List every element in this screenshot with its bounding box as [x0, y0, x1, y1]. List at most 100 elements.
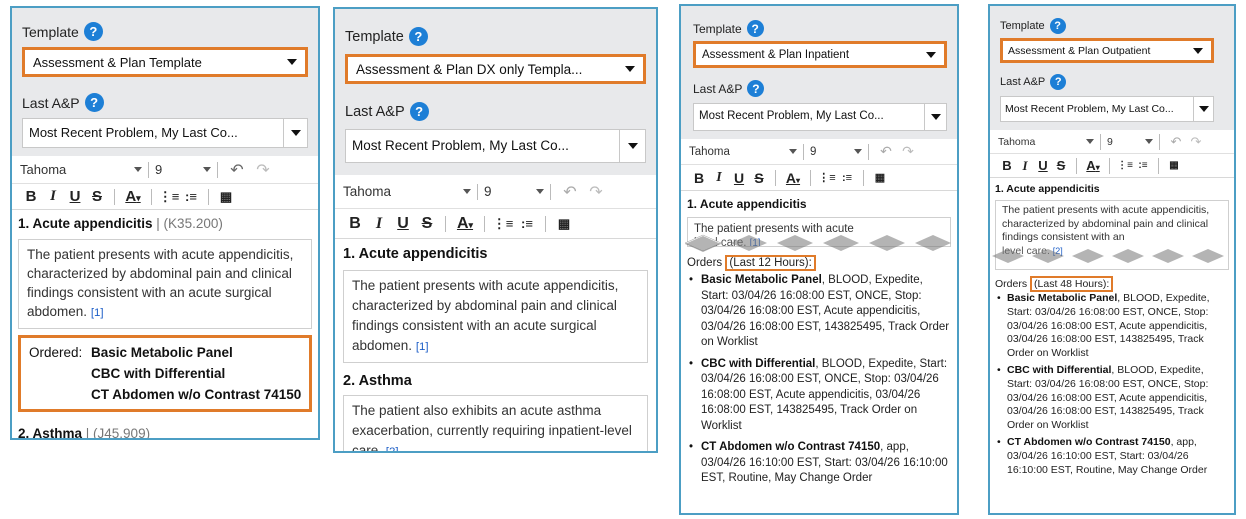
underline-icon[interactable]: U	[1034, 158, 1052, 173]
numbered-list-icon[interactable]: ⋮≡	[817, 171, 837, 184]
bold-icon[interactable]: B	[343, 215, 367, 233]
redo-icon[interactable]: ↷	[1186, 134, 1206, 150]
toolbar-divider	[151, 188, 152, 205]
font-family-select[interactable]: Tahoma	[689, 146, 797, 158]
problem-2-code: | (J45.909)	[82, 426, 151, 440]
strikethrough-icon[interactable]: S	[749, 170, 769, 186]
undo-icon[interactable]: ↶	[224, 160, 250, 180]
underline-icon[interactable]: U	[64, 188, 86, 205]
numbered-list-icon[interactable]: ⋮≡	[491, 216, 515, 232]
strikethrough-icon[interactable]: S	[1052, 158, 1070, 173]
undo-icon[interactable]: ↶	[875, 143, 897, 160]
italic-icon[interactable]: I	[1016, 158, 1034, 174]
toolbar-divider	[863, 169, 864, 186]
insert-table-icon[interactable]: ▦	[215, 189, 237, 205]
last-ap-dropdown[interactable]: Most Recent Problem, My Last Co...	[22, 118, 308, 148]
font-color-icon[interactable]: A▾	[121, 188, 145, 205]
panel-ap-outpatient: Template ? Assessment & Plan Outpatient …	[988, 4, 1236, 515]
last-ap-dropdown[interactable]: Most Recent Problem, My Last Co...	[345, 129, 646, 163]
footnote-ref[interactable]: [2]	[386, 446, 399, 451]
font-family-select[interactable]: Tahoma	[20, 162, 142, 177]
problem-2-note[interactable]: The patient also exhibits an acute asthm…	[343, 395, 648, 451]
underline-icon[interactable]: U	[729, 170, 749, 186]
bulleted-list-icon[interactable]: :≡	[1134, 160, 1152, 171]
insert-table-icon[interactable]: ▦	[552, 216, 576, 232]
editor-content[interactable]: 1. Acute appendicitis The patient presen…	[681, 191, 957, 491]
bold-icon[interactable]: B	[689, 170, 709, 186]
chevron-down-icon	[536, 189, 544, 194]
template-dropdown[interactable]: Assessment & Plan Template	[22, 47, 308, 77]
problem-1-note[interactable]: The patient presents with acute level ca…	[687, 217, 951, 247]
problem-1-heading: 1. Acute appendicitis | (K35.200)	[18, 216, 312, 231]
strikethrough-icon[interactable]: S	[415, 215, 439, 233]
font-size-select[interactable]: 9	[810, 146, 862, 158]
editor-content[interactable]: 1. Acute appendicitis The patient presen…	[990, 178, 1234, 481]
last-ap-value: Most Recent Problem, My Last Co...	[693, 103, 925, 131]
italic-icon[interactable]: I	[367, 215, 391, 233]
chevron-down-icon	[1145, 139, 1153, 144]
redo-icon[interactable]: ↷	[250, 160, 276, 180]
last-ap-dropdown-button[interactable]	[925, 103, 947, 131]
font-color-icon[interactable]: A▾	[782, 170, 804, 186]
font-size-select[interactable]: 9	[1107, 136, 1153, 148]
bulleted-list-icon[interactable]: :≡	[837, 172, 857, 184]
help-icon[interactable]: ?	[746, 20, 764, 37]
strikethrough-icon[interactable]: S	[86, 188, 108, 205]
redo-icon[interactable]: ↷	[897, 143, 919, 160]
editor-toolbar-font: Tahoma 9 ↶ ↷	[681, 139, 957, 165]
settings-area: Template ? Assessment & Plan Outpatient …	[990, 6, 1234, 130]
font-family-select[interactable]: Tahoma	[343, 184, 471, 199]
editor-content[interactable]: 1. Acute appendicitis | (K35.200) The pa…	[12, 210, 318, 440]
help-icon[interactable]: ?	[747, 80, 765, 97]
last-ap-dropdown[interactable]: Most Recent Problem, My Last Co...	[1000, 96, 1214, 122]
order-item: CT Abdomen w/o Contrast 74150, app, 03/0…	[995, 436, 1229, 477]
template-field-label: Template ?	[22, 22, 308, 41]
last-ap-dropdown-button[interactable]	[620, 129, 646, 163]
insert-table-icon[interactable]: ▦	[870, 171, 890, 184]
template-dropdown[interactable]: Assessment & Plan Inpatient	[693, 41, 947, 68]
help-icon[interactable]: ?	[1050, 74, 1067, 90]
template-dropdown[interactable]: Assessment & Plan Outpatient	[1000, 38, 1214, 63]
help-icon[interactable]: ?	[83, 22, 103, 41]
bulleted-list-icon[interactable]: :≡	[180, 189, 202, 204]
template-dropdown[interactable]: Assessment & Plan DX only Templa...	[345, 54, 646, 84]
font-color-icon[interactable]: A▾	[1083, 158, 1103, 173]
last-ap-dropdown-button[interactable]	[284, 118, 308, 148]
numbered-list-icon[interactable]: ⋮≡	[158, 189, 180, 205]
font-color-icon[interactable]: A▾	[452, 215, 478, 233]
footnote-ref[interactable]: [2]	[1053, 246, 1063, 256]
redo-icon[interactable]: ↷	[583, 182, 609, 202]
footnote-ref[interactable]: [1]	[416, 341, 429, 353]
last-ap-dropdown[interactable]: Most Recent Problem, My Last Co...	[693, 103, 947, 131]
numbered-list-icon[interactable]: ⋮≡	[1116, 160, 1134, 171]
bold-icon[interactable]: B	[998, 158, 1016, 173]
chevron-down-icon	[463, 189, 471, 194]
bulleted-list-icon[interactable]: :≡	[515, 216, 539, 231]
problem-1-note[interactable]: The patient presents with acute appendic…	[343, 270, 648, 363]
editor-content[interactable]: 1. Acute appendicitis The patient presen…	[335, 239, 656, 451]
last-ap-dropdown-button[interactable]	[1194, 96, 1214, 122]
order-item: CBC with Differential, BLOOD, Expedite, …	[687, 357, 951, 435]
font-size-select[interactable]: 9	[484, 184, 544, 199]
font-size-value: 9	[810, 145, 817, 158]
help-icon[interactable]: ?	[409, 102, 429, 121]
undo-icon[interactable]: ↶	[1166, 134, 1186, 150]
font-size-select[interactable]: 9	[155, 162, 211, 177]
problem-1-note[interactable]: The patient presents with acute appendic…	[995, 200, 1229, 270]
italic-icon[interactable]: I	[709, 170, 729, 186]
bold-icon[interactable]: B	[20, 188, 42, 205]
help-icon[interactable]: ?	[408, 27, 428, 46]
italic-icon[interactable]: I	[42, 188, 64, 205]
problem-2-title: 2. Asthma	[18, 426, 83, 440]
undo-icon[interactable]: ↶	[557, 182, 583, 202]
footnote-ref[interactable]: [1]	[750, 238, 761, 246]
help-icon[interactable]: ?	[1049, 18, 1066, 34]
footnote-ref[interactable]: [1]	[91, 307, 104, 319]
editor-toolbar-font: Tahoma 9 ↶ ↷	[12, 156, 318, 184]
font-family-select[interactable]: Tahoma	[998, 136, 1094, 148]
problem-1-note[interactable]: The patient presents with acute appendic…	[18, 239, 312, 329]
insert-table-icon[interactable]: ▦	[1165, 160, 1183, 171]
underline-icon[interactable]: U	[391, 215, 415, 233]
help-icon[interactable]: ?	[84, 93, 104, 112]
ordered-item: Basic Metabolic Panel	[91, 345, 233, 360]
